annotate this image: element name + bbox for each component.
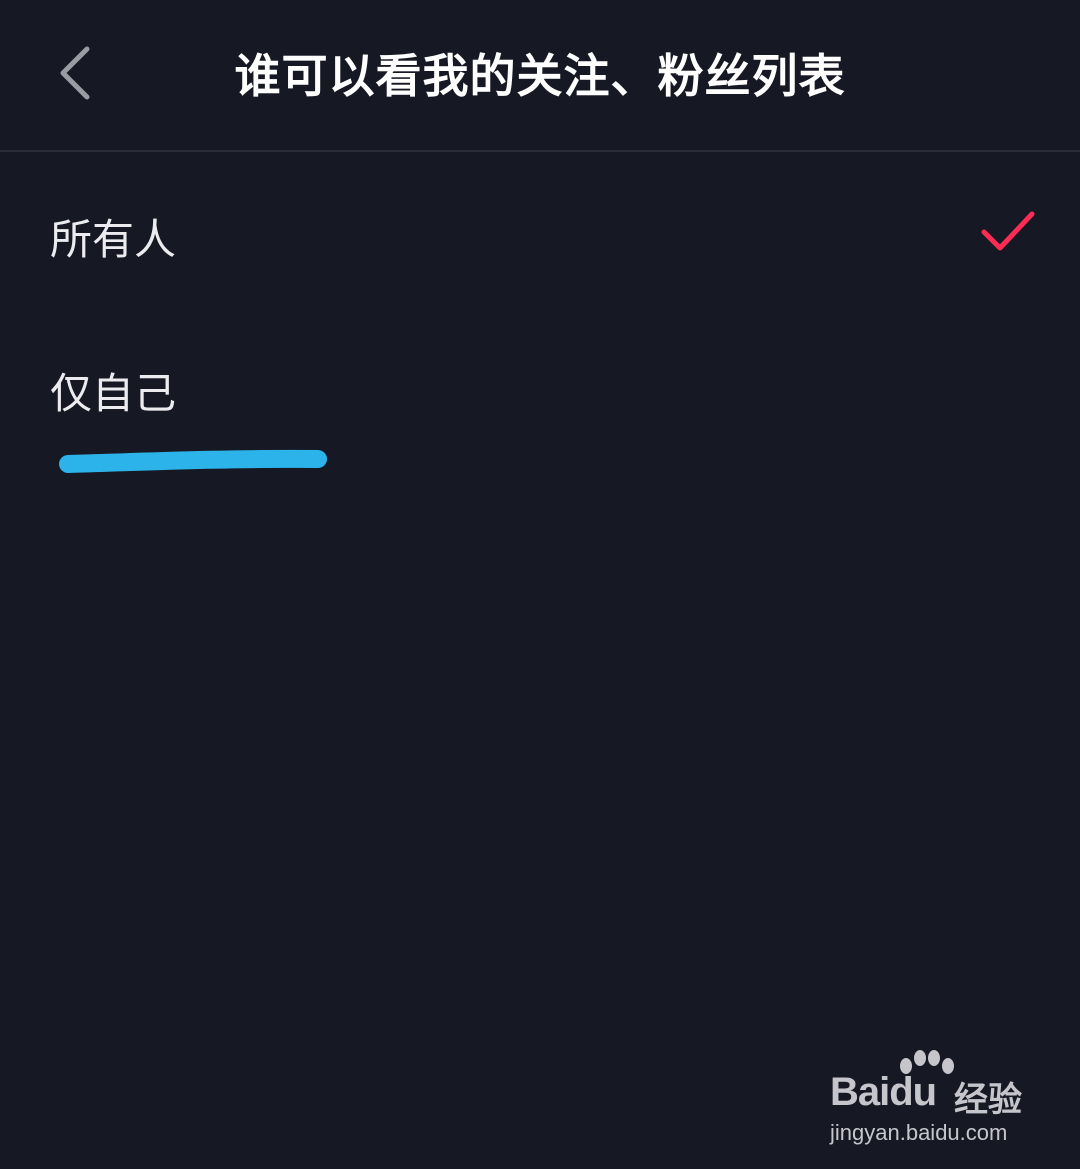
watermark-url: jingyan.baidu.com	[830, 1120, 1008, 1145]
top-bar: 谁可以看我的关注、粉丝列表	[0, 0, 1080, 152]
checkmark-icon	[976, 204, 1040, 260]
watermark-brand-du: du	[889, 1070, 937, 1114]
page-title: 谁可以看我的关注、粉丝列表	[234, 49, 846, 103]
option-everyone[interactable]: 所有人	[0, 160, 1080, 310]
watermark-brand: Bai	[830, 1070, 890, 1114]
option-label: 仅自己	[50, 369, 177, 418]
option-only-me[interactable]: 仅自己	[0, 318, 1080, 468]
watermark-product: 经验	[954, 1080, 1022, 1120]
option-label: 所有人	[50, 215, 177, 264]
baidu-jingyan-watermark: Baidu 经验 jingyan.baidu.com	[826, 1050, 1046, 1150]
